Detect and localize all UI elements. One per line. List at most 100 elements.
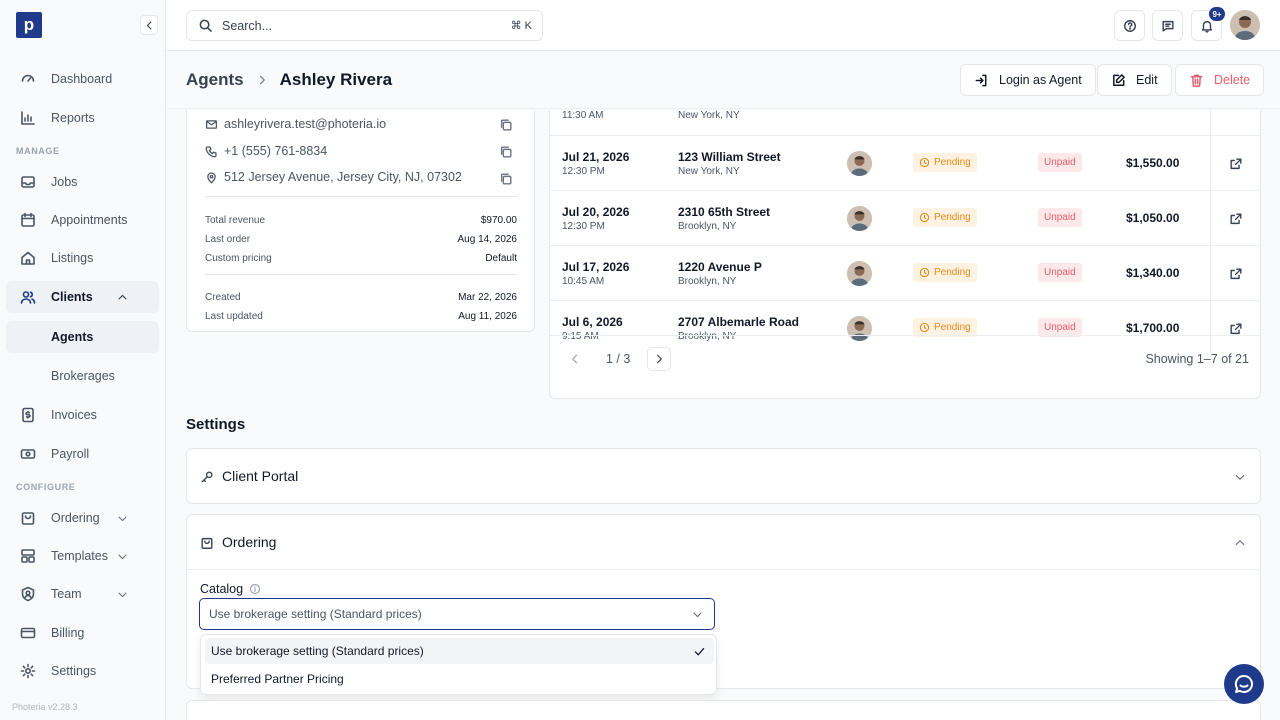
clock-icon	[919, 157, 930, 168]
sidebar-item-agents[interactable]: Agents	[6, 321, 159, 353]
sidebar-item-dashboard[interactable]: Dashboard	[6, 63, 159, 95]
payment-label: Unpaid	[1044, 157, 1076, 168]
chevron-left-icon	[572, 354, 578, 364]
chevron-wrap	[1234, 471, 1246, 483]
orders-table: 11:30 AM New York, NY Jul 21, 2026 12:30 …	[549, 110, 1261, 399]
breadcrumb-agents-link[interactable]: Agents	[186, 70, 244, 90]
sidebar-item-label: Agents	[51, 330, 94, 344]
copy-email-button[interactable]	[499, 118, 513, 132]
phone-line: +1 (555) 761-8834	[205, 144, 327, 158]
collapse-ordering-button[interactable]	[1234, 537, 1246, 549]
section-label-configure: CONFIGURE	[16, 482, 76, 492]
sidebar-item-label: Payroll	[51, 447, 90, 461]
payment-label: Unpaid	[1044, 267, 1076, 278]
edit-label: Edit	[1136, 73, 1158, 87]
order-amount: $1,700.00	[1126, 321, 1180, 335]
search-placeholder: Search...	[222, 18, 273, 33]
copy-address-button[interactable]	[499, 172, 513, 186]
sidebar: p Dashboard Reports MANAGE Jobs Appointm…	[0, 0, 166, 720]
user-avatar[interactable]	[1230, 10, 1260, 40]
map-pin-icon	[207, 171, 216, 183]
sidebar-item-listings[interactable]: Listings	[6, 242, 159, 274]
external-link-icon	[1230, 267, 1242, 279]
catalog-option-preferred[interactable]: Preferred Partner Pricing	[205, 666, 714, 692]
payment-label: Unpaid	[1044, 212, 1076, 223]
bell-icon	[1201, 20, 1212, 33]
client-portal-accordion[interactable]: Client Portal	[186, 448, 1261, 504]
next-page-button[interactable]	[647, 347, 671, 371]
divider	[205, 196, 517, 197]
status-label: Pending	[934, 157, 971, 168]
sidebar-item-settings[interactable]: Settings	[6, 655, 159, 687]
order-city: New York, NY	[678, 166, 740, 177]
order-time: 10:45 AM	[562, 276, 605, 287]
sidebar-item-invoices[interactable]: Invoices	[6, 399, 159, 431]
sidebar-item-brokerages[interactable]: Brokerages	[6, 360, 159, 392]
option-label: Preferred Partner Pricing	[211, 672, 344, 686]
prev-page-button[interactable]	[563, 347, 587, 371]
status-badge: Pending	[913, 153, 977, 172]
search-input[interactable]: Search... ⌘ K	[186, 10, 543, 41]
agent-address: 512 Jersey Avenue, Jersey City, NJ, 0730…	[224, 170, 462, 184]
table-row[interactable]: Jul 17, 2026 10:45 AM 1220 Avenue P Brookly…	[550, 245, 1260, 301]
gear-icon	[20, 663, 36, 679]
chevron-right-icon	[656, 354, 662, 364]
bag-icon	[201, 537, 213, 549]
sidebar-item-label: Settings	[51, 664, 97, 678]
info-icon[interactable]	[249, 583, 261, 595]
edit-button[interactable]: Edit	[1097, 64, 1172, 96]
delete-button[interactable]: Delete	[1175, 64, 1265, 96]
catalog-select[interactable]: Use brokerage setting (Standard prices)	[199, 598, 715, 630]
order-address: 2310 65th Street	[678, 205, 771, 219]
page-title: Ashley Rivera	[279, 70, 393, 89]
sidebar-item-reports[interactable]: Reports	[6, 102, 159, 134]
chevron-up-icon	[1235, 540, 1245, 546]
template-icon	[21, 549, 35, 563]
table-row[interactable]: Jul 20, 2026 12:30 PM 2310 65th Street Broo…	[550, 190, 1260, 246]
stat-last-updated: Last updated Aug 11, 2026	[205, 311, 517, 322]
key-icon-wrap	[200, 470, 214, 484]
messages-button[interactable]	[1152, 10, 1183, 41]
status-label: Pending	[934, 267, 971, 278]
login-as-agent-button[interactable]: Login as Agent	[960, 64, 1096, 96]
message-icon	[1161, 20, 1174, 32]
open-order-button[interactable]	[1210, 136, 1260, 191]
calendar-icon	[21, 212, 35, 227]
dollar-file-icon	[22, 407, 34, 423]
order-address: 1220 Avenue P	[678, 260, 762, 274]
key-icon	[201, 471, 213, 483]
trash-icon	[1190, 74, 1203, 87]
sidebar-item-billing[interactable]: Billing	[6, 617, 159, 649]
sidebar-item-jobs[interactable]: Jobs	[6, 166, 159, 198]
table-row[interactable]: 11:30 AM New York, NY	[550, 110, 1260, 135]
sidebar-item-ordering[interactable]: Ordering	[6, 502, 159, 534]
sidebar-item-payroll[interactable]: Payroll	[6, 438, 159, 470]
sidebar-item-clients[interactable]: Clients	[6, 281, 159, 313]
order-date: Jul 6, 2026	[562, 315, 623, 329]
section-label-manage: MANAGE	[16, 146, 60, 156]
stat-label: Last updated	[205, 311, 263, 322]
sidebar-item-team[interactable]: Team	[6, 578, 159, 610]
payment-badge: Unpaid	[1038, 208, 1082, 227]
ordering-title[interactable]: Ordering	[222, 534, 276, 550]
photographer-avatar	[847, 206, 872, 231]
collapse-sidebar-button[interactable]	[140, 15, 158, 35]
catalog-option-brokerage[interactable]: Use brokerage setting (Standard prices)	[205, 638, 714, 664]
help-button[interactable]	[1114, 10, 1145, 41]
sidebar-item-label: Listings	[51, 251, 94, 265]
chat-button[interactable]	[1224, 664, 1264, 704]
sidebar-item-appointments[interactable]: Appointments	[6, 204, 159, 236]
table-row[interactable]: Jul 21, 2026 12:30 PM 123 William Street Ne…	[550, 135, 1260, 191]
inbox-icon	[21, 176, 35, 188]
stat-label: Created	[205, 292, 241, 303]
app-logo[interactable]: p	[16, 12, 42, 38]
open-order-button[interactable]	[1210, 191, 1260, 246]
stat-label: Total revenue	[205, 215, 266, 226]
stat-value: Aug 11, 2026	[458, 311, 517, 322]
agent-email: ashleyrivera.test@photeria.io	[224, 117, 387, 131]
open-order-button[interactable]	[1210, 246, 1260, 301]
sidebar-item-label: Jobs	[51, 175, 78, 189]
copy-phone-button[interactable]	[499, 145, 513, 159]
open-order-button[interactable]	[1210, 110, 1260, 135]
sidebar-item-templates[interactable]: Templates	[6, 540, 159, 572]
